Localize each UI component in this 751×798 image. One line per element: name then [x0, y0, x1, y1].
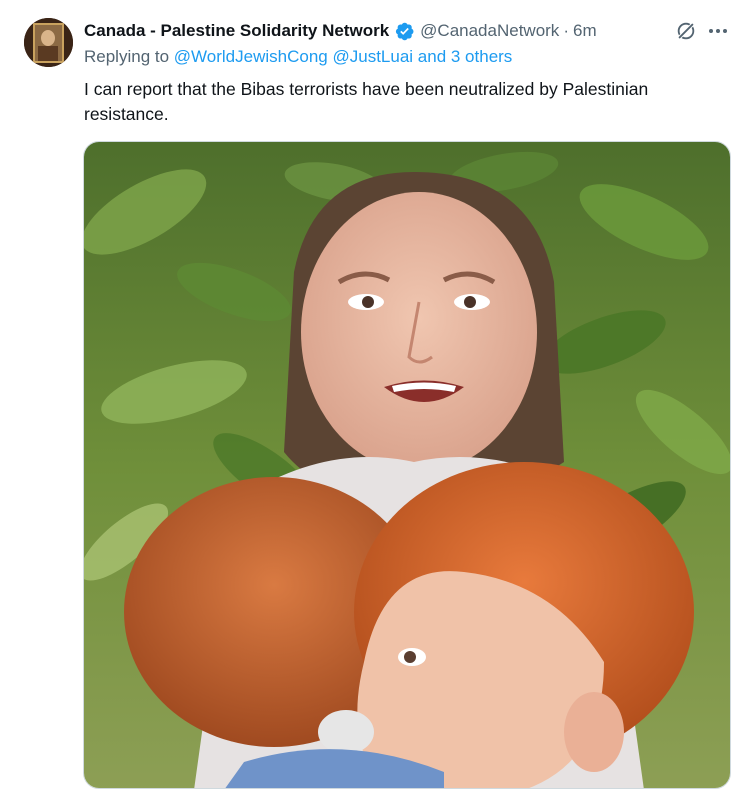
handle[interactable]: @CanadaNetwork	[420, 21, 559, 41]
more-options-icon[interactable]	[706, 19, 730, 43]
grok-icon[interactable]	[675, 20, 697, 42]
replying-prefix: Replying to	[84, 47, 170, 66]
tweet-media-image[interactable]	[83, 141, 731, 789]
separator-dot: ·	[563, 21, 569, 40]
verified-badge-icon[interactable]	[394, 21, 415, 42]
mention-link-worldjewishcong[interactable]: @WorldJewishCong	[174, 47, 328, 66]
tweet-text: I can report that the Bibas terrorists h…	[84, 79, 649, 124]
tweet[interactable]: Canada - Palestine Solidarity Network @C…	[0, 0, 751, 798]
mention-link-justluai[interactable]: @JustLuai	[332, 47, 413, 66]
others-link[interactable]: and 3 others	[418, 47, 513, 66]
tweet-header: Canada - Palestine Solidarity Network @C…	[84, 19, 597, 43]
timestamp[interactable]: 6m	[573, 21, 597, 41]
display-name[interactable]: Canada - Palestine Solidarity Network	[84, 21, 389, 41]
avatar[interactable]	[24, 18, 73, 67]
replying-to-line: Replying to @WorldJewishCong @JustLuai a…	[84, 47, 512, 67]
